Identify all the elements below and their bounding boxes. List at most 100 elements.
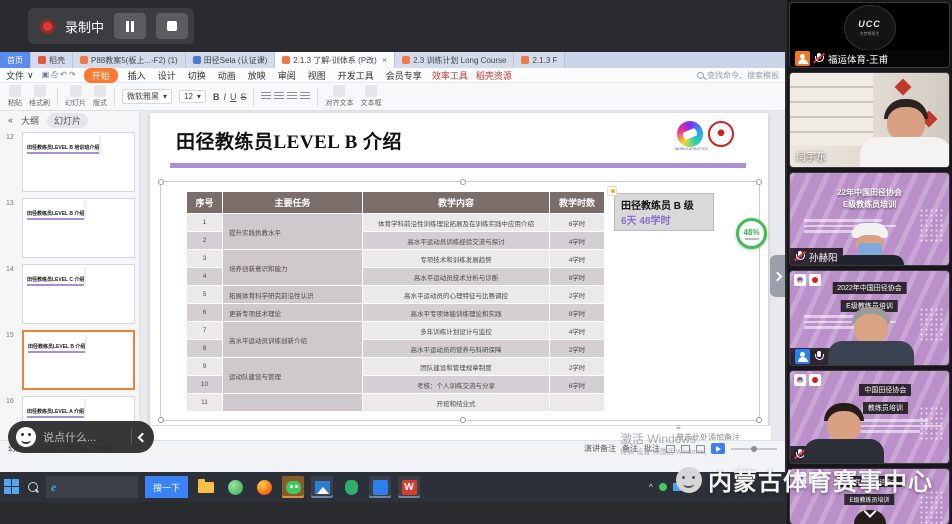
align-right-icon[interactable] [287, 92, 297, 101]
wechat-icon-active[interactable] [282, 476, 304, 498]
cell-content: 高水平运动员的心理特征与比赛调控 [363, 286, 550, 304]
new-slide-label: 幻灯片 [65, 98, 86, 108]
menu-tab-review[interactable]: 审阅 [276, 69, 298, 82]
poster-line-2: E级教练员培训 [843, 199, 896, 210]
collapse-panel-icon[interactable]: « [8, 115, 13, 125]
menu-tab-insert[interactable]: 插入 [126, 69, 148, 82]
lightbulb-icon [607, 186, 617, 196]
expand-side-panel-button[interactable] [770, 255, 785, 297]
menu-tab-design[interactable]: 设计 [156, 69, 178, 82]
tab-document-3[interactable]: 2.3 训练计划 Long Course [395, 52, 514, 68]
slide-canvas[interactable]: 田径教练员LEVEL B 介绍 WORLD ATHLETICS [140, 111, 785, 456]
ribbon-separator [317, 88, 318, 106]
selection-handle[interactable] [158, 417, 164, 423]
font-name-select[interactable]: 微软雅黑▾ [122, 89, 172, 104]
paste-button[interactable]: 粘贴 [8, 85, 22, 108]
wps-office-icon-active[interactable]: W [398, 476, 420, 498]
italic-button[interactable]: I [223, 92, 226, 102]
menu-tab-animation[interactable]: 动画 [216, 69, 238, 82]
align-center-icon[interactable] [274, 92, 284, 101]
taskbar-search-icon[interactable] [27, 481, 39, 493]
collapse-chat-icon[interactable] [138, 432, 148, 442]
menu-tab-view[interactable]: 视图 [306, 69, 328, 82]
file-explorer-icon[interactable] [195, 476, 217, 498]
slide-thumbnail-15-selected[interactable]: 15 田径教练员LEVEL B 介绍 [0, 327, 139, 393]
participant-tile-1[interactable]: UCC 为梦想再生 福运体育-王甫 [789, 2, 950, 68]
stop-recording-button[interactable] [156, 13, 188, 39]
participant-name-bar: 福运体育-王甫 [790, 50, 949, 67]
speaker-notes-button[interactable]: 演讲备注 [584, 443, 616, 454]
menu-link-docer[interactable]: 稻壳资源 [476, 69, 512, 82]
close-tab-icon[interactable]: × [382, 55, 387, 65]
zoom-slider[interactable] [731, 448, 777, 450]
search-go-button[interactable]: 搜一下 [145, 476, 188, 498]
tab-document-active[interactable]: 2.1.3 了解-训体系 (P改) × [275, 52, 395, 68]
layout-button[interactable]: 版式 [93, 85, 107, 108]
tab-label: 2.1.3 了解-训体系 (P改) [293, 55, 377, 66]
tab-document-4[interactable]: 2.1.3 F [514, 52, 565, 68]
menu-link-tools[interactable]: 效率工具 [432, 69, 468, 82]
bold-button[interactable]: B [213, 92, 220, 102]
participant-tile-5[interactable]: 中国田径协会 教练员培训 袁震 [789, 370, 950, 464]
optimizer-ball-48[interactable]: 48% [736, 218, 767, 249]
layout-icon [94, 85, 106, 97]
align-text-button[interactable]: 对齐文本 [325, 85, 353, 108]
font-size-value: 12 [184, 92, 193, 101]
menu-tab-member[interactable]: 会员专享 [384, 69, 424, 82]
text-box-button[interactable]: 文本框 [360, 85, 381, 108]
tab-home[interactable]: 首页 [0, 52, 31, 68]
tab-outline[interactable]: 大纲 [21, 114, 39, 127]
antivirus-icon[interactable] [340, 476, 362, 498]
tab-docer[interactable]: 稻壳 [31, 52, 73, 68]
photos-icon[interactable] [311, 476, 333, 498]
course-table: 序号 主要任务 教学内容 教学时数 1提升实践执教水平体育学科前沿性训练理论拓展… [186, 191, 605, 412]
tab-label: 2.3 训练计划 Long Course [413, 55, 506, 66]
new-slide-button[interactable]: 幻灯片 [65, 85, 86, 108]
menu-tab-developer[interactable]: 开发工具 [336, 69, 376, 82]
note-line-2: 6天 48学时 [621, 212, 707, 227]
menu-tab-slideshow[interactable]: 放映 [246, 69, 268, 82]
file-menu[interactable]: 文件∨ [6, 69, 34, 82]
selection-handle[interactable] [756, 179, 762, 185]
tray-expand-arrow[interactable]: ^ [649, 482, 653, 492]
menu-tab-home[interactable]: 开始 [84, 68, 118, 83]
tab-document-1[interactable]: P88教案5(板上...-F2) (1) [73, 52, 186, 68]
firefox-icon[interactable] [253, 476, 275, 498]
browser-search-box[interactable]: e [46, 476, 138, 498]
slide-thumbnail-13[interactable]: 13 田径教练员LEVEL B 介绍 [0, 195, 139, 261]
justify-icon[interactable] [300, 92, 310, 101]
slide-number: 12 [6, 132, 18, 192]
slide-15[interactable]: 田径教练员LEVEL B 介绍 WORLD ATHLETICS [150, 113, 768, 443]
browser-360-icon[interactable] [224, 476, 246, 498]
quick-access-toolbar[interactable]: ▣ ⎙ ↶ ↷ [42, 70, 76, 80]
participant-tile-4[interactable]: 2022年中国田径协会 E级教练员培训 袁吉 [789, 270, 950, 366]
chat-input-placeholder[interactable]: 说点什么... [43, 429, 124, 445]
app-blue-icon[interactable] [369, 476, 391, 498]
participant-tile-2[interactable]: 闫宇东 [789, 72, 950, 168]
emoji-icon[interactable] [16, 427, 36, 447]
alignment-buttons[interactable] [261, 92, 310, 101]
selection-handle[interactable] [460, 179, 466, 185]
slide-card: 田径教练员LEVEL B 介绍 [22, 198, 135, 258]
command-search[interactable]: 查找命令、搜索模板 [697, 70, 779, 81]
strike-button[interactable]: S [240, 92, 246, 102]
slide-thumbnail-12[interactable]: 12 田径教练员LEVEL B 培训班介绍 [0, 129, 139, 195]
underline-button[interactable]: U [230, 92, 237, 102]
font-style-buttons[interactable]: BIUS [213, 92, 247, 102]
selection-handle[interactable] [158, 179, 164, 185]
pause-recording-button[interactable] [114, 13, 146, 39]
menu-tab-transition[interactable]: 切换 [186, 69, 208, 82]
tab-document-2[interactable]: 田径Sela (认证课) [186, 52, 276, 68]
tab-slides[interactable]: 幻灯片 [47, 113, 88, 128]
play-slideshow-button[interactable] [711, 443, 725, 454]
slide-thumbnail-14[interactable]: 14 田径教练员LEVEL C 介绍 [0, 261, 139, 327]
align-left-icon[interactable] [261, 92, 271, 101]
annotation-note[interactable]: 田径教练员 B 级 6天 48学时 [614, 193, 714, 231]
format-painter-button[interactable]: 格式刷 [29, 85, 50, 108]
tray-wechat-icon[interactable] [659, 483, 667, 491]
font-size-select[interactable]: 12▾ [179, 90, 206, 103]
docer-icon [38, 56, 46, 64]
participant-tile-3[interactable]: 22年中国田径协会 E级教练员培训 孙赫阳 [789, 172, 950, 266]
chat-quick-bar[interactable]: 说点什么... [8, 421, 154, 453]
start-button[interactable] [4, 479, 20, 495]
